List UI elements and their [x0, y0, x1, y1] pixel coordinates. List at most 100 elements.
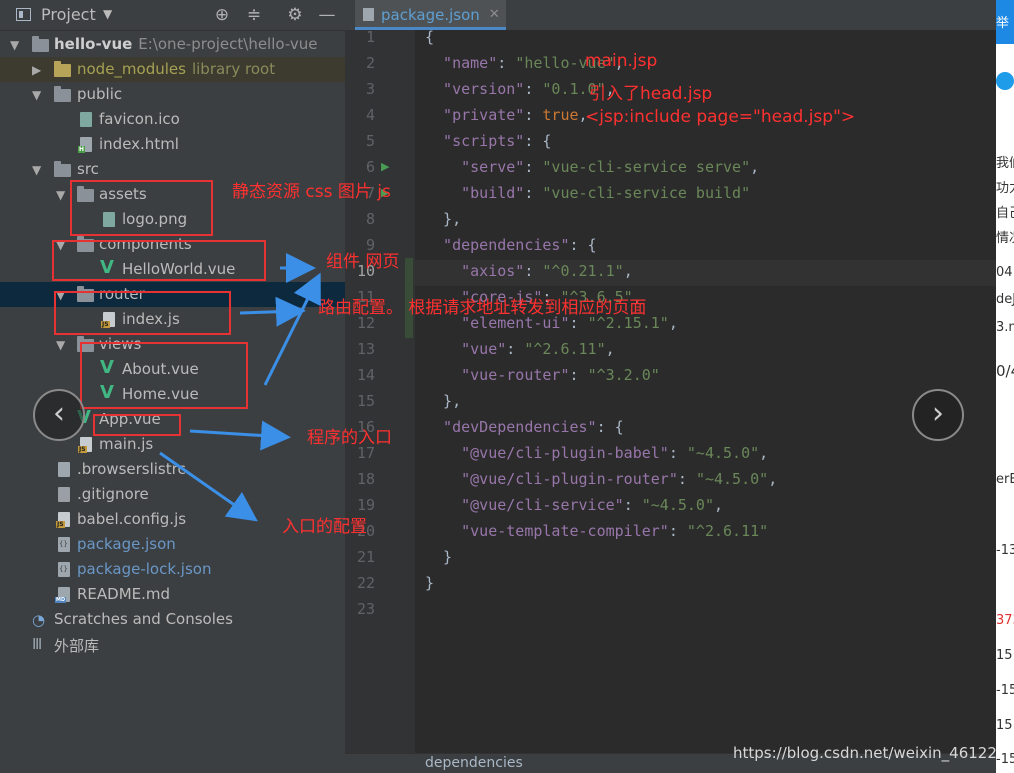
- line-number: 15: [356, 392, 375, 410]
- annotation-entry-config: 入口的配置: [282, 517, 367, 537]
- tree-label: .gitignore: [77, 485, 149, 503]
- side-text: 自己: [996, 206, 1014, 221]
- annotation-include-head: 引入了head.jsp: [589, 84, 713, 104]
- minimize-icon[interactable]: —: [316, 4, 338, 26]
- scratches-icon: ◔: [32, 611, 46, 629]
- annotation-component: 组件 网页: [326, 252, 400, 272]
- previous-arrow-icon[interactable]: ‹: [33, 389, 85, 441]
- chevron-down-icon[interactable]: ▼: [32, 163, 41, 177]
- line-number: 23: [356, 600, 375, 618]
- chevron-down-icon[interactable]: ▼: [56, 188, 65, 202]
- breadcrumb[interactable]: dependencies: [425, 755, 523, 771]
- side-text: 373: [996, 613, 1014, 628]
- tree-label: index.html: [99, 135, 179, 153]
- ide-window: Project ▼ ⊕ ≑ ⚙ — ▼ hello-vue E:\one-proj…: [0, 0, 996, 773]
- code-line: "axios": "^0.21.1",: [425, 262, 633, 280]
- side-text: 15: [996, 648, 1013, 663]
- code-editor[interactable]: { "name": "hello-vue", "version": "0.1.0…: [415, 28, 996, 773]
- line-number: 5: [365, 132, 375, 150]
- code-line: "dependencies": {: [425, 236, 597, 254]
- tree-label: main.js: [99, 435, 154, 453]
- tree-item-scratches[interactable]: ◔ Scratches and Consoles: [0, 607, 345, 632]
- code-line: "private": true,: [425, 106, 588, 124]
- tree-label: package-lock.json: [77, 560, 212, 578]
- tree-item-readme[interactable]: README.md: [0, 582, 345, 607]
- tree-label: README.md: [77, 585, 171, 603]
- side-text: deJ: [996, 292, 1014, 307]
- collapse-icon[interactable]: ≑: [243, 4, 265, 26]
- annotation-router: 路由配置。 根据请求地址转发到相应的页面: [318, 298, 647, 318]
- highlight-box-views: [80, 342, 248, 409]
- annotation-static: 静态资源 css 图片 js: [232, 182, 391, 202]
- tree-label: babel.config.js: [77, 510, 187, 528]
- tree-label: Scratches and Consoles: [54, 610, 233, 628]
- side-text: 0/4: [996, 362, 1014, 380]
- tree-item-browserslistrc[interactable]: .browserslistrc: [0, 457, 345, 482]
- side-text: 04: [996, 265, 1013, 280]
- side-text: erB: [996, 472, 1014, 487]
- tree-label: node_modules: [77, 60, 186, 78]
- tree-item-hello-vue[interactable]: ▼ hello-vue E:\one-project\hello-vue: [0, 32, 345, 57]
- folder-icon: [32, 36, 49, 52]
- tree-label: src: [77, 160, 99, 178]
- run-icon[interactable]: ▶: [381, 160, 389, 173]
- code-line: "@vue/cli-service": "~4.5.0",: [425, 496, 724, 514]
- tree-item-external-libraries[interactable]: Ⅲ 外部库: [0, 632, 345, 657]
- code-line: },: [425, 392, 462, 410]
- code-line: "vue-template-compiler": "^2.6.11": [425, 522, 769, 540]
- line-number: 2: [365, 54, 375, 72]
- tree-item-gitignore[interactable]: .gitignore: [0, 482, 345, 507]
- line-number: 21: [356, 548, 375, 566]
- config-file-icon: [58, 487, 70, 502]
- line-number: 6: [365, 158, 375, 176]
- chevron-down-icon[interactable]: ▼: [10, 38, 19, 52]
- folder-icon: [54, 61, 71, 77]
- next-arrow-icon[interactable]: ›: [912, 389, 964, 441]
- chevron-right-icon[interactable]: ▶: [32, 63, 41, 77]
- chevron-down-icon[interactable]: ▼: [103, 7, 112, 21]
- highlight-box-app-vue: [93, 414, 181, 436]
- project-title[interactable]: Project: [41, 5, 96, 24]
- target-icon[interactable]: ⊕: [211, 4, 233, 26]
- tree-item-favicon[interactable]: favicon.ico: [0, 107, 345, 132]
- line-number: 4: [365, 106, 375, 124]
- code-line: "vue": "^2.6.11",: [425, 340, 615, 358]
- highlight-box-router: [54, 291, 231, 335]
- close-icon[interactable]: ✕: [489, 0, 500, 30]
- html-file-icon: [78, 137, 92, 153]
- line-number: 22: [356, 574, 375, 592]
- code-line: "devDependencies": {: [425, 418, 624, 436]
- side-text: -15: [996, 752, 1014, 767]
- file-icon: [58, 462, 70, 477]
- phone-icon[interactable]: [996, 72, 1014, 90]
- tree-path: E:\one-project\hello-vue: [138, 35, 318, 53]
- library-icon: Ⅲ: [32, 635, 43, 653]
- side-text: -15: [996, 683, 1014, 698]
- code-line: "build": "vue-cli-service build": [425, 184, 751, 202]
- tree-item-index-html[interactable]: index.html: [0, 132, 345, 157]
- tree-label: favicon.ico: [99, 110, 180, 128]
- project-view-icon: [16, 8, 31, 21]
- side-text: 我们: [996, 156, 1014, 171]
- tab-package-json[interactable]: package.json ✕: [355, 0, 506, 30]
- tree-item-package-lock[interactable]: package-lock.json: [0, 557, 345, 582]
- tree-item-node-modules[interactable]: ▶ node_modules library root: [0, 57, 345, 82]
- tree-label: hello-vue: [54, 35, 133, 53]
- side-text: 15: [996, 718, 1013, 733]
- code-line: "version": "0.1.0",: [425, 80, 615, 98]
- tree-label: public: [77, 85, 123, 103]
- json-file-icon: [58, 562, 70, 577]
- editor-tab-bar: package.json ✕: [345, 0, 996, 31]
- code-line: "serve": "vue-cli-service serve",: [425, 158, 760, 176]
- js-file-icon: [56, 512, 70, 528]
- annotation-entry: 程序的入口: [307, 428, 392, 448]
- chevron-down-icon[interactable]: ▼: [56, 338, 65, 352]
- highlight-box-components: [52, 240, 266, 281]
- tree-item-public[interactable]: ▼ public: [0, 82, 345, 107]
- gear-icon[interactable]: ⚙: [284, 4, 306, 26]
- line-number: 14: [356, 366, 375, 384]
- folder-icon: [54, 86, 71, 102]
- chevron-down-icon[interactable]: ▼: [32, 88, 41, 102]
- line-number: 18: [356, 470, 375, 488]
- code-line: "scripts": {: [425, 132, 552, 150]
